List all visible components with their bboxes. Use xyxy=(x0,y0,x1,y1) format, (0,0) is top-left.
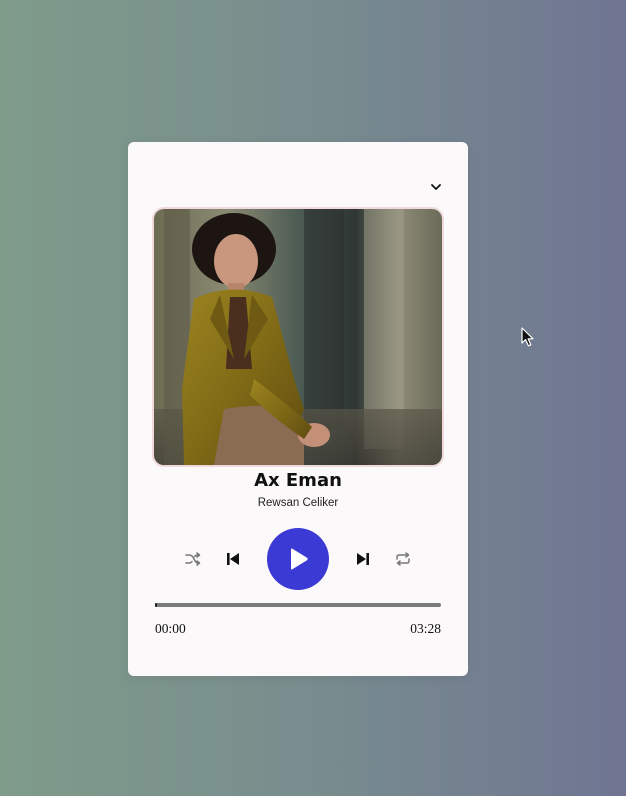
current-time: 00:00 xyxy=(155,621,186,636)
repeat-icon xyxy=(396,552,410,566)
shuffle-button[interactable] xyxy=(184,550,202,568)
play-button[interactable] xyxy=(267,528,329,590)
track-artist: Rewsan Celiker xyxy=(257,497,339,509)
collapse-button[interactable] xyxy=(428,180,444,194)
play-icon xyxy=(291,548,308,570)
chevron-down-icon xyxy=(431,183,441,190)
shuffle-icon xyxy=(185,552,201,566)
arrow-cursor-icon xyxy=(521,327,534,347)
previous-button[interactable] xyxy=(224,550,242,568)
playback-controls xyxy=(128,528,468,590)
total-time: 03:28 xyxy=(410,621,441,636)
mouse-cursor xyxy=(521,327,535,351)
progress-fill xyxy=(155,603,157,607)
track-title: Ax Eman xyxy=(254,470,342,491)
next-button[interactable] xyxy=(354,550,372,568)
skip-previous-icon xyxy=(227,553,239,565)
album-cover xyxy=(154,209,442,465)
skip-next-icon xyxy=(357,553,369,565)
music-player-card: Ax Eman Rewsan Celiker 00:00 03:28 xyxy=(128,142,468,676)
progress-bar[interactable] xyxy=(155,603,441,607)
repeat-button[interactable] xyxy=(394,550,412,568)
